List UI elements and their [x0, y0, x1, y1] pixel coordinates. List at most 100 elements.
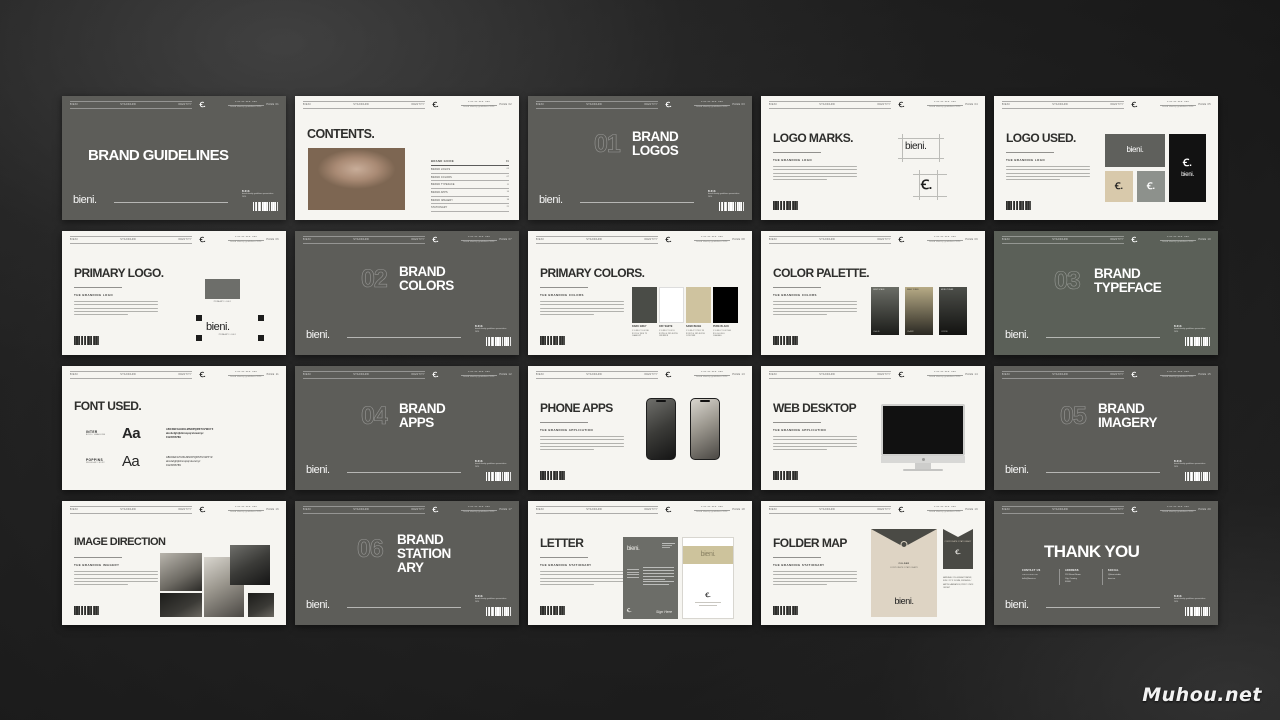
- header-rule-bottom: [303, 513, 425, 514]
- letter-sidebar-lines: [627, 569, 639, 580]
- toc-row[interactable]: BRAND LOGOS 03: [431, 166, 509, 174]
- toc-row[interactable]: STATIONARY 21: [431, 204, 509, 212]
- header-meta-line2: brand identity guidelines 2024: [929, 106, 961, 109]
- barcode-icon: [1185, 337, 1210, 346]
- header-meta: V.01 01 DIS. 000 brand identity guidelin…: [694, 101, 730, 109]
- section-title-line2: LOGOS: [632, 143, 679, 158]
- slide-thank-you[interactable]: BIENI STANDARD IDENTITY Ꞓ. V.01 01 DIS. …: [994, 501, 1218, 625]
- header-meta-line1: V.01 01 DIS. 000: [700, 235, 724, 238]
- slide-image-direction[interactable]: BIENI STANDARD IDENTITY Ꞓ. V.01 01 DIS. …: [62, 501, 286, 625]
- brand-underline: [1046, 472, 1160, 473]
- nav-item-1: STANDARD: [819, 508, 836, 511]
- header-meta: V.01 01 DIS. 000 brand identity guidelin…: [1160, 371, 1196, 379]
- slide-folder-map[interactable]: BIENI STANDARD IDENTITY Ꞓ. V.01 01 DIS. …: [761, 501, 985, 625]
- palette-card: GREY SCALE #1b1c19: [871, 287, 899, 335]
- nav-item-0: BIENI: [70, 508, 78, 511]
- slide-header: BIENI STANDARD IDENTITY Ꞓ. V.01 01 DIS. …: [295, 366, 519, 384]
- slide-header: BIENI STANDARD IDENTITY Ꞓ. V.01 01 DIS. …: [994, 366, 1218, 384]
- palette-card-bottom-hex: #121210: [941, 330, 948, 333]
- color-swatch-label: PURE BLACK C 0 M 0 Y 0 K 100 R 0 G 0 B 0…: [713, 326, 737, 338]
- header-meta-line1: V.01 01 DIS. 000: [467, 370, 491, 373]
- slide-brand-typeface[interactable]: BIENI STANDARD IDENTITY Ꞓ. V.01 01 DIS. …: [994, 231, 1218, 355]
- header-meta-line2: brand identity guidelines 2024: [463, 106, 495, 109]
- toc-row[interactable]: BRAND IMAGERY 18: [431, 197, 509, 205]
- footer-meta-sub: brand identity guidelines presentation 2…: [475, 463, 507, 469]
- slide-web-desktop[interactable]: BIENI STANDARD IDENTITY Ꞓ. V.01 01 DIS. …: [761, 366, 985, 490]
- palette-card-label: SAND TONES: [907, 289, 919, 291]
- slide-logo-used[interactable]: BIENI STANDARD IDENTITY Ꞓ. V.01 01 DIS. …: [994, 96, 1218, 220]
- crop-mark: [196, 315, 202, 321]
- toc-page: 03: [506, 168, 509, 171]
- slide-brand-imagery[interactable]: BIENI STANDARD IDENTITY Ꞓ. V.01 01 DIS. …: [994, 366, 1218, 490]
- header-nav: BIENI STANDARD IDENTITY: [769, 103, 891, 106]
- slide-brand-stationary[interactable]: BIENI STANDARD IDENTITY Ꞓ. V.01 01 DIS. …: [295, 501, 519, 625]
- header-meta-line1: V.01 01 DIS. 000: [1166, 100, 1190, 103]
- logo-caption: PRIMARY LOGO: [218, 334, 237, 336]
- toc-row[interactable]: BRAND APPS 14: [431, 189, 509, 197]
- nav-item-1: STANDARD: [586, 103, 603, 106]
- slide-brand-apps[interactable]: BIENI STANDARD IDENTITY Ꞓ. V.01 01 DIS. …: [295, 366, 519, 490]
- nav-item-2: IDENTITY: [411, 373, 425, 376]
- barcode-icon: [540, 606, 565, 615]
- header-rule-top: [303, 371, 425, 372]
- header-meta-line1: V.01 01 DIS. 000: [467, 100, 491, 103]
- slide-phone-apps[interactable]: BIENI STANDARD IDENTITY Ꞓ. V.01 01 DIS. …: [528, 366, 752, 490]
- crop-mark: [196, 335, 202, 341]
- toc-row[interactable]: BRAND COLORS 07: [431, 174, 509, 182]
- nav-item-1: STANDARD: [120, 508, 137, 511]
- header-meta-line2: brand identity guidelines 2024: [230, 376, 262, 379]
- nav-item-1: STANDARD: [1052, 373, 1069, 376]
- font-row-poppins: POPPINS REGULAR / BODY Aa ABCDEFGHIJKLMN…: [86, 454, 213, 469]
- folder-back-label: CORPORATE STATIONARY: [944, 541, 972, 543]
- slide-contents[interactable]: BIENI STANDARD IDENTITY Ꞓ. V.01 01 DIS. …: [295, 96, 519, 220]
- toc-page: 01: [505, 159, 509, 163]
- swatch-hex: #CFC39F: [686, 335, 696, 338]
- brand-wordmark: bieni.: [539, 194, 563, 207]
- slide-primary-logo[interactable]: BIENI STANDARD IDENTITY Ꞓ. V.01 01 DIS. …: [62, 231, 286, 355]
- slide-brand-colors[interactable]: BIENI STANDARD IDENTITY Ꞓ. V.01 01 DIS. …: [295, 231, 519, 355]
- slide-logo-marks[interactable]: BIENI STANDARD IDENTITY Ꞓ. V.01 01 DIS. …: [761, 96, 985, 220]
- brand-mark-icon: Ꞓ.: [432, 236, 439, 244]
- header-nav: BIENI STANDARD IDENTITY: [1002, 373, 1124, 376]
- section-title-line2: APPS: [399, 415, 434, 430]
- nav-item-2: IDENTITY: [1110, 238, 1124, 241]
- toc-row[interactable]: BRAND TYPEFACE 11: [431, 181, 509, 190]
- swatch-name: OFF WHITE: [659, 326, 673, 328]
- slide-brand-guidelines[interactable]: BIENI STANDARD IDENTITY Ꞓ. V.01 01 DIS. …: [62, 96, 286, 220]
- contact-lines: 124 Street Name City, Country 00000: [1065, 574, 1081, 584]
- slide-font-used[interactable]: BIENI STANDARD IDENTITY Ꞓ. V.01 01 DIS. …: [62, 366, 286, 490]
- contact-heading: CONTACT US: [1022, 569, 1041, 572]
- logo-monogram: Ꞓ.: [1146, 181, 1156, 192]
- body-text-placeholder: [773, 166, 857, 182]
- nav-item-2: IDENTITY: [178, 103, 192, 106]
- slide-header: BIENI STANDARD IDENTITY Ꞓ. V.01 01 DIS. …: [62, 501, 286, 519]
- slide-color-palette[interactable]: BIENI STANDARD IDENTITY Ꞓ. V.01 01 DIS. …: [761, 231, 985, 355]
- logo-wordmark: bieni.: [1126, 145, 1144, 155]
- body-text-placeholder: [540, 436, 624, 452]
- header-nav: BIENI STANDARD IDENTITY: [303, 238, 425, 241]
- font-sample: Aa: [122, 425, 141, 442]
- contact-lines: +00 123 456 789 hello@bieni.co: [1022, 574, 1038, 580]
- logo-tile-sage: Ꞓ.: [1137, 171, 1165, 202]
- palette-card: SAND TONES #2a2822: [905, 287, 933, 335]
- header-rule-top: [303, 506, 425, 507]
- header-nav: BIENI STANDARD IDENTITY: [1002, 238, 1124, 241]
- page-number: PAGE 18: [732, 508, 745, 511]
- slide-letter[interactable]: BIENI STANDARD IDENTITY Ꞓ. V.01 01 DIS. …: [528, 501, 752, 625]
- letterhead-dark[interactable]: bieni. Ꞓ. Sign Here: [623, 537, 678, 619]
- body-text-placeholder: [540, 571, 624, 587]
- folder-back-mockup[interactable]: CORPORATE STATIONARY Ꞓ.: [943, 529, 973, 569]
- letterhead-light[interactable]: bieni. Ꞓ.: [682, 537, 734, 619]
- nav-item-0: BIENI: [303, 103, 311, 106]
- letterhead-band: bieni.: [683, 546, 733, 564]
- nav-item-0: BIENI: [536, 238, 544, 241]
- folder-mockup[interactable]: FOLDER CORPORATE STATIONARY bieni.: [871, 529, 937, 617]
- slide-primary-colors[interactable]: BIENI STANDARD IDENTITY Ꞓ. V.01 01 DIS. …: [528, 231, 752, 355]
- header-meta-line1: V.01 01 DIS. 000: [933, 100, 957, 103]
- section-number: 05: [1060, 402, 1087, 431]
- nav-item-1: STANDARD: [353, 103, 370, 106]
- nav-item-2: IDENTITY: [1110, 508, 1124, 511]
- slide-header: BIENI STANDARD IDENTITY Ꞓ. V.01 01 DIS. …: [994, 231, 1218, 249]
- header-rule-bottom: [70, 243, 192, 244]
- slide-brand-logos[interactable]: BIENI STANDARD IDENTITY Ꞓ. V.01 01 DIS. …: [528, 96, 752, 220]
